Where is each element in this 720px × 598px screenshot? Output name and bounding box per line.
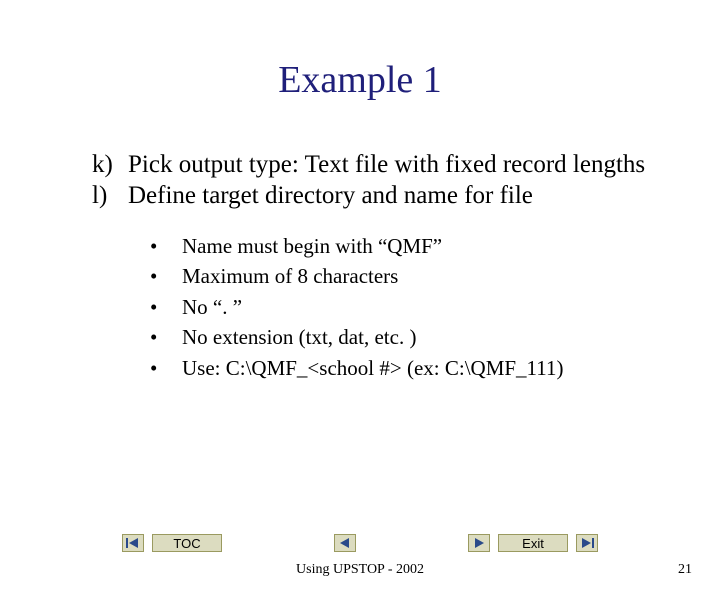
list-item: • No “. ”: [150, 292, 720, 322]
list-text: Define target directory and name for fil…: [128, 181, 660, 212]
list-item: • Name must begin with “QMF”: [150, 231, 720, 261]
prev-button[interactable]: [334, 534, 356, 552]
list-text: No “. ”: [182, 292, 242, 322]
list-text: No extension (txt, dat, etc. ): [182, 322, 416, 352]
exit-button[interactable]: Exit: [498, 534, 568, 552]
list-text: Maximum of 8 characters: [182, 261, 398, 291]
nav-bar: TOC Exit: [0, 534, 720, 552]
next-button[interactable]: [468, 534, 490, 552]
first-button[interactable]: [122, 534, 144, 552]
bullet-icon: •: [150, 353, 182, 383]
list-marker: k): [92, 150, 128, 181]
slide-title: Example 1: [0, 58, 720, 102]
footer-text: Using UPSTOP - 2002: [0, 562, 720, 578]
bullet-icon: •: [150, 322, 182, 352]
toc-button[interactable]: TOC: [152, 534, 222, 552]
list-text: Pick output type: Text file with fixed r…: [128, 150, 660, 181]
bullet-list: • Name must begin with “QMF” • Maximum o…: [150, 231, 720, 383]
list-marker: l): [92, 181, 128, 212]
ordered-list: k) Pick output type: Text file with fixe…: [92, 150, 660, 211]
list-item: l) Define target directory and name for …: [92, 181, 660, 212]
list-text: Use: C:\QMF_<school #> (ex: C:\QMF_111): [182, 353, 563, 383]
list-item: • Use: C:\QMF_<school #> (ex: C:\QMF_111…: [150, 353, 720, 383]
list-item: • Maximum of 8 characters: [150, 261, 720, 291]
bullet-icon: •: [150, 261, 182, 291]
page-number: 21: [678, 562, 692, 578]
bullet-icon: •: [150, 292, 182, 322]
list-item: • No extension (txt, dat, etc. ): [150, 322, 720, 352]
bullet-icon: •: [150, 231, 182, 261]
list-text: Name must begin with “QMF”: [182, 231, 442, 261]
last-button[interactable]: [576, 534, 598, 552]
list-item: k) Pick output type: Text file with fixe…: [92, 150, 660, 181]
